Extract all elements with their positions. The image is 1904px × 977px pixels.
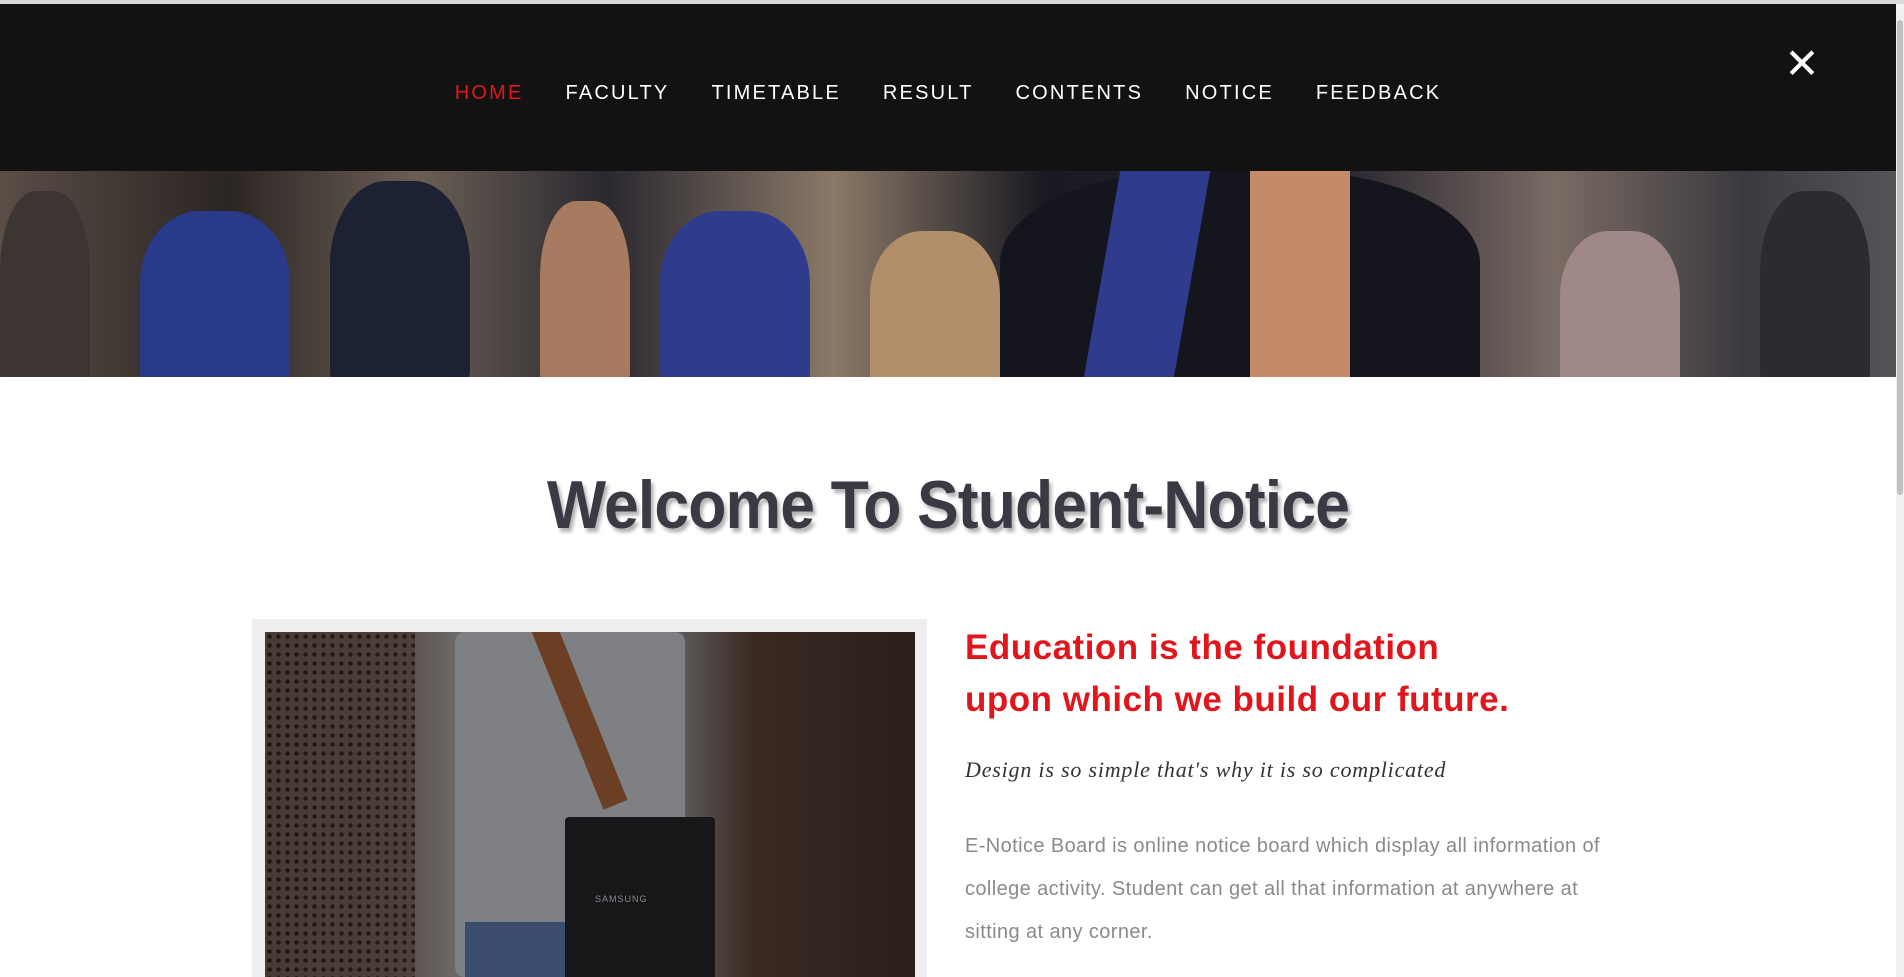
nav-timetable[interactable]: TIMETABLE: [690, 80, 861, 106]
subtitle: Design is so simple that's why it is so …: [965, 757, 1447, 782]
nav-feedback[interactable]: FEEDBACK: [1295, 80, 1462, 106]
hero-banner-image: [0, 171, 1896, 377]
banner-figure: [330, 181, 470, 377]
nav-result[interactable]: RESULT: [862, 80, 995, 106]
banner-figure: [1000, 171, 1480, 377]
quote-heading: Education is the foundation upon which w…: [965, 628, 1510, 719]
student-photo: SAMSUNG: [265, 632, 915, 977]
photo-mesh-background: [265, 632, 415, 977]
banner-figure: [540, 201, 630, 377]
banner-figure: [1560, 231, 1680, 377]
nav-faculty[interactable]: FACULTY: [545, 80, 691, 106]
navbar: HOME FACULTY TIMETABLE RESULT CONTENTS N…: [0, 4, 1896, 171]
banner-figure: [1250, 171, 1350, 377]
main-nav: HOME FACULTY TIMETABLE RESULT CONTENTS N…: [0, 80, 1896, 106]
nav-home[interactable]: HOME: [434, 80, 545, 106]
description-text: E-Notice Board is online notice board wh…: [965, 835, 1600, 943]
nav-contents[interactable]: CONTENTS: [995, 80, 1165, 106]
scrollbar-thumb[interactable]: [1897, 20, 1903, 495]
banner-figure: [1760, 191, 1870, 377]
photo-laptop-brand: SAMSUNG: [595, 894, 648, 904]
banner-figure: [870, 231, 1000, 377]
close-icon[interactable]: ✕: [1782, 43, 1822, 85]
nav-notice[interactable]: NOTICE: [1164, 80, 1295, 106]
page-title: Welcome To Student-Notice: [547, 467, 1350, 543]
banner-figure: [660, 211, 810, 377]
banner-figure: [140, 211, 290, 377]
banner-figure: [0, 191, 90, 377]
